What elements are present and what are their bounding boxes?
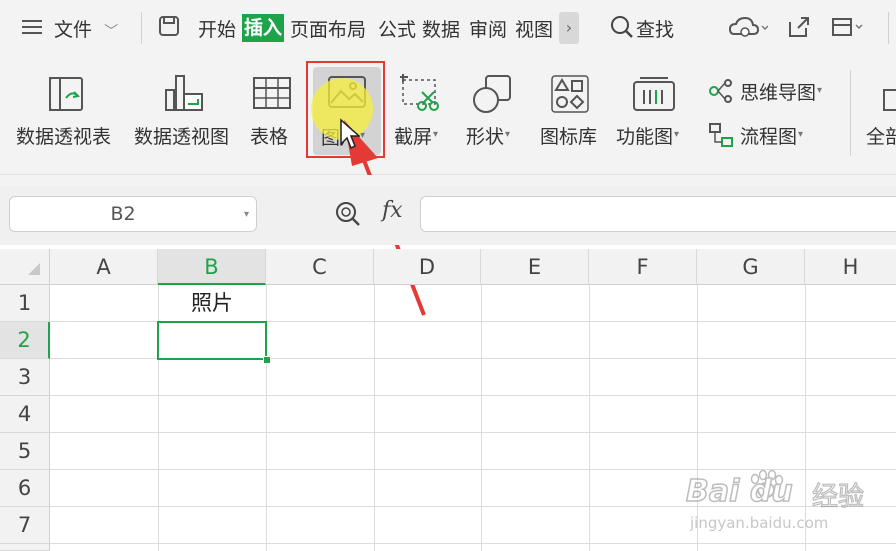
fx-button[interactable]: fx xyxy=(382,198,403,223)
tab-home[interactable]: 开始 xyxy=(198,15,236,42)
menu-separator-right xyxy=(888,12,889,44)
zoom-search-icon[interactable] xyxy=(334,200,362,232)
row-header-4[interactable]: 4 xyxy=(0,396,50,433)
pivot-chart-icon xyxy=(165,75,203,111)
shapes-label: 形状▾ xyxy=(466,126,511,148)
icon-library-label: 图标库 xyxy=(540,126,598,148)
batch-icon[interactable] xyxy=(830,14,864,44)
screenshot-icon xyxy=(400,74,439,111)
cell-b1[interactable]: 照片 xyxy=(158,286,266,321)
mind-map-button[interactable]: 思维导图▾ xyxy=(706,76,846,106)
gridline xyxy=(374,285,375,551)
flowchart-label: 流程图▾ xyxy=(740,126,804,148)
mind-map-label: 思维导图▾ xyxy=(740,82,823,104)
formula-input[interactable] xyxy=(420,196,896,232)
tab-formulas[interactable]: 公式 xyxy=(378,15,416,42)
tab-data[interactable]: 数据 xyxy=(422,15,460,42)
select-all-icon xyxy=(28,263,40,275)
chevron-down-icon: ﹀ xyxy=(104,24,119,40)
mouse-pointer-icon xyxy=(340,118,360,150)
file-menu[interactable]: 文件 ﹀ xyxy=(54,15,118,42)
tab-insert[interactable]: 插入 xyxy=(242,14,285,42)
gridline xyxy=(589,285,590,551)
flowchart-button[interactable]: 流程图▾ xyxy=(706,120,846,150)
search-label[interactable]: 查找 xyxy=(636,15,674,42)
cloud-sync-icon[interactable] xyxy=(728,14,769,46)
share-icon[interactable] xyxy=(786,14,812,44)
dropdown-caret-icon: ▾ xyxy=(817,85,823,96)
pivot-table-button[interactable]: 数据透视表 xyxy=(10,70,122,154)
fill-handle[interactable] xyxy=(263,356,271,364)
table-icon xyxy=(253,77,291,109)
table-button[interactable]: 表格 xyxy=(246,70,298,154)
shapes-button[interactable]: 形状▾ xyxy=(464,70,526,154)
truncated-label: 全部 xyxy=(866,126,896,148)
row-header-2[interactable]: 2 xyxy=(0,322,50,359)
column-header-c[interactable]: C xyxy=(266,249,374,285)
watermark-suffix: 经验 xyxy=(811,481,865,512)
save-icon[interactable] xyxy=(157,14,181,42)
menu-separator xyxy=(141,12,142,44)
column-header-f[interactable]: F xyxy=(589,249,697,285)
gridline xyxy=(50,432,896,433)
icon-library-icon xyxy=(551,75,589,113)
table-label: 表格 xyxy=(250,126,289,148)
name-box[interactable]: B2 ▾ xyxy=(9,196,257,232)
name-box-value: B2 xyxy=(110,203,136,225)
column-header-d[interactable]: D xyxy=(374,249,481,285)
row-header-7[interactable]: 7 xyxy=(0,507,50,544)
ribbon-separator xyxy=(850,70,851,156)
column-header-h[interactable]: H xyxy=(805,249,896,285)
row-header-8[interactable] xyxy=(0,544,50,551)
file-menu-label: 文件 xyxy=(54,19,93,41)
pivot-table-icon xyxy=(49,77,83,111)
truncated-button[interactable]: 全部 xyxy=(862,70,896,154)
chevron-down-icon[interactable]: ▾ xyxy=(244,209,249,220)
column-header-e[interactable]: E xyxy=(481,249,589,285)
gridline xyxy=(50,543,896,544)
more-tabs-button[interactable]: › xyxy=(559,12,579,44)
search-icon[interactable] xyxy=(609,14,635,44)
column-header-g[interactable]: G xyxy=(697,249,805,285)
truncated-icon xyxy=(883,89,896,111)
tab-review[interactable]: 审阅 xyxy=(469,15,507,42)
ribbon-gap xyxy=(0,175,896,187)
function-chart-label: 功能图▾ xyxy=(616,126,680,148)
watermark-url: jingyan.baidu.com xyxy=(690,514,829,532)
row-header-1[interactable]: 1 xyxy=(0,285,50,322)
icon-library-button[interactable]: 图标库 xyxy=(536,70,606,154)
row-header-3[interactable]: 3 xyxy=(0,359,50,396)
function-chart-button[interactable]: 功能图▾ xyxy=(614,70,694,154)
gridline xyxy=(481,285,482,551)
watermark-brand: Bai du xyxy=(685,473,793,510)
pivot-table-label: 数据透视表 xyxy=(16,126,112,148)
dropdown-caret-icon: ▾ xyxy=(798,129,804,140)
hamburger-icon[interactable] xyxy=(22,18,44,36)
column-header-a[interactable]: A xyxy=(50,249,158,285)
flowchart-icon xyxy=(709,123,733,147)
watermark: Bai du 经验 jingyan.baidu.com xyxy=(685,470,891,538)
select-all-corner[interactable] xyxy=(0,249,50,285)
column-header-b[interactable]: B xyxy=(158,249,266,285)
tab-page-layout[interactable]: 页面布局 xyxy=(290,15,366,42)
tab-view[interactable]: 视图 xyxy=(515,15,553,42)
row-header-5[interactable]: 5 xyxy=(0,433,50,470)
shapes-icon xyxy=(473,75,511,113)
mind-map-icon xyxy=(709,79,732,103)
row-header-6[interactable]: 6 xyxy=(0,470,50,507)
function-chart-icon xyxy=(633,77,675,111)
dropdown-caret-icon: ▾ xyxy=(505,129,511,140)
dropdown-caret-icon: ▾ xyxy=(674,129,680,140)
pivot-chart-button[interactable]: 数据透视图 xyxy=(128,70,240,154)
pivot-chart-label: 数据透视图 xyxy=(134,126,230,148)
gridline xyxy=(50,395,896,396)
cell-b2-active[interactable] xyxy=(157,321,267,360)
